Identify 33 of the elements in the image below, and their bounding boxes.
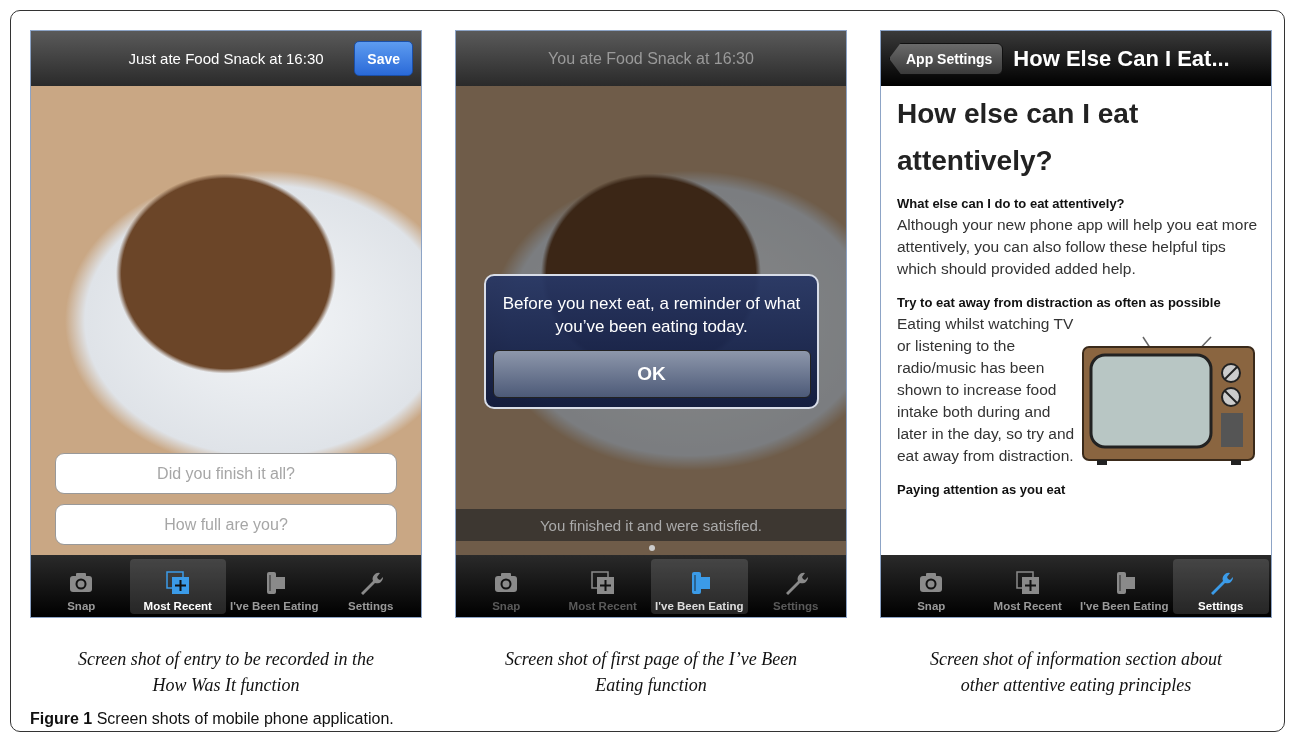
paragraph: Eating whilst watching TV or listening to the radio/music has been shown to increase food intake both during and later in the day, so try and eat away from distraction. bbox=[897, 314, 1076, 466]
tab[interactable]: Most Recent bbox=[979, 559, 1076, 614]
paragraph: Although your new phone app will help you eat more attentively, you can also follow these helpful tips which should provided added help. bbox=[897, 215, 1259, 279]
tab[interactable]: Most Recent bbox=[129, 559, 226, 614]
alert-message: Before you next eat, a reminder of what you’ve been eating today. bbox=[501, 293, 802, 338]
tab[interactable]: Snap bbox=[883, 559, 980, 614]
article-heading: How else can I eat attentively? bbox=[897, 97, 1140, 178]
tab[interactable]: I've Been Eating bbox=[651, 559, 748, 614]
screenshot-caption: Screen shot of first page of the I’ve Been Eating function bbox=[503, 648, 799, 697]
add-icon bbox=[589, 570, 616, 596]
section-heading: What else can I do to eat attentively? bbox=[897, 196, 1126, 211]
section-heading: Try to eat away from distraction as often as possible bbox=[897, 295, 1222, 310]
back-button[interactable]: App Settings bbox=[889, 42, 1004, 75]
screen-title: How Else Can I Eat... bbox=[1013, 45, 1230, 72]
page-indicator-dot bbox=[649, 545, 655, 551]
ok-button[interactable]: OK bbox=[492, 350, 811, 398]
tab[interactable]: Snap bbox=[33, 559, 130, 614]
section-heading: Paying attention as you eat bbox=[897, 482, 1067, 497]
tab[interactable]: Settings bbox=[322, 559, 419, 614]
add-icon bbox=[164, 570, 191, 596]
add-icon bbox=[1014, 570, 1041, 596]
save-button[interactable]: Save bbox=[354, 41, 413, 76]
screen-title: You ate Food Snack at 16:30 bbox=[548, 49, 754, 68]
input-field[interactable]: Did you finish it all? bbox=[55, 453, 397, 494]
note-text: You finished it and were satisfied. bbox=[539, 516, 763, 534]
figure-caption: Figure 1 Screen shots of mobile phone application. bbox=[30, 710, 395, 728]
screenshot-caption: Screen shot of information section about other attentive eating principles bbox=[929, 648, 1224, 697]
tab[interactable]: I've Been Eating bbox=[226, 559, 323, 614]
input-field[interactable]: How full are you? bbox=[55, 504, 397, 545]
tab[interactable]: Settings bbox=[1172, 559, 1269, 614]
tab[interactable]: I've Been Eating bbox=[1076, 559, 1173, 614]
screen-title: Just ate Food Snack at 16:30 bbox=[128, 50, 324, 67]
screenshot-caption: Screen shot of entry to be recorded in the How Was It function bbox=[77, 648, 375, 697]
